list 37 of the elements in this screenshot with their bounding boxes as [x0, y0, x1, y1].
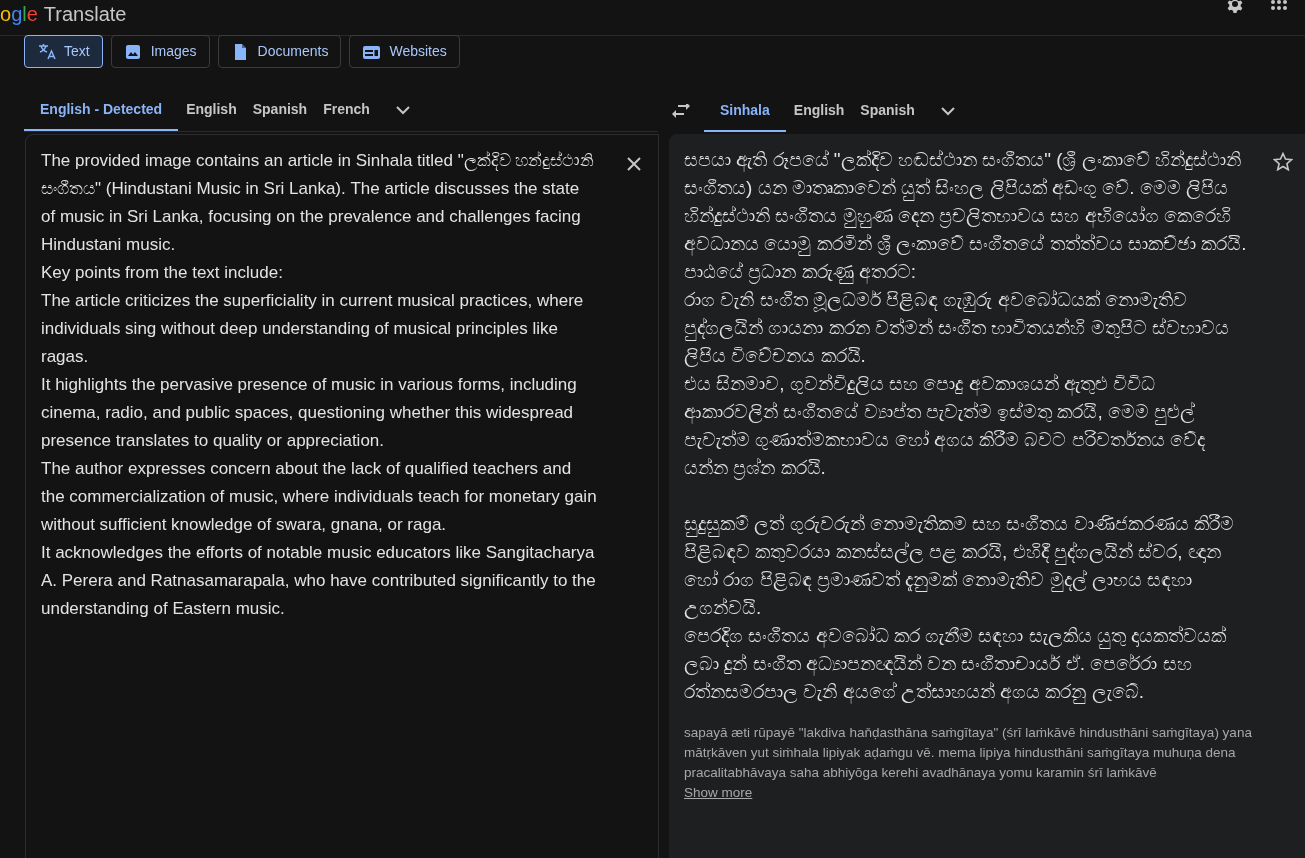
- language-tab[interactable]: English: [178, 90, 245, 131]
- mode-tab[interactable]: Documents: [217, 35, 342, 68]
- language-tab[interactable]: Sinhala: [704, 90, 786, 132]
- translation-paragraph: පාඨයේ ප්‍රධාන කරුණු අතරට:: [684, 260, 918, 286]
- source-paragraph: The article criticizes the superficiality in current musical practices, where individuals sing without deep understanding of musical principles like ragas.: [41, 290, 585, 368]
- source-paragraph: The provided image contains an article in Sinhala titled "ලක්දිව හන්දුස්ථානි සංගීතය" (Hindustani Music in Sri Lanka). The article discusses the state of music in Sri Lanka, focusing on the prevalence and challenges facing Hindustani music.: [41, 150, 596, 256]
- source-paragraph: It acknowledges the efforts of notable music educators like Sangitacharya A. Perera and Ratnasamarapala, who have contributed significantly to the understanding of Eastern music.: [41, 542, 597, 620]
- source-paragraph: The author expresses concern about the lack of qualified teachers and the commercialization of music, where individuals teach for monetary gain without sufficient knowledge of swara, gnana, or raga.: [41, 458, 597, 536]
- translate-icon: [37, 42, 56, 61]
- chevron-down-icon[interactable]: [395, 106, 410, 115]
- translation-paragraph: සුදුසුකම් ලත් ගුරුවරුන් නොමැතිකම සහ සංගීතය වාණිජකරණය කිරීම පිළිබඳව කතුවරයා කනස්සල්ල පළ කරයි, එහිදී පුද්ගලයින් ස්වර, ඥාන හෝ රාග පිළිබඳ ප්‍රමාණවත් දැනුමක් නොමැතිව මුදල් ලාභය සඳහා උගන්වයි.: [684, 512, 1235, 621]
- source-paragraph: It highlights the pervasive presence of music in various forms, including cinema, radio, and public spaces, questioning whether this widespread presence translates to quality or appreciation.: [41, 374, 578, 452]
- transliteration-text: sapayā æti rūpayē "lakdiva haňḍasthāna saṁgītaya" (śrī laṁkāvē hindusthāni saṁgītaya) yana mātṛkāven yut siṁhala lipiyak aḍaṁgu vē. mema lipiya hindusthāni saṁgītaya muhuṇa dena pracalitabhāvaya saha abhiyōga kerehi avadhānaya yomu karamin śrī laṁkāvē: [684, 724, 1253, 782]
- source-paragraph: Key points from the text include:: [41, 262, 284, 284]
- language-tab[interactable]: French: [315, 90, 378, 131]
- translation-paragraph: රාග වැනි සංගීත මූලධර්ම පිළිබඳ ගැඹුරු අවබෝධයක් නොමැතිව පුද්ගලයින් ගායනා කරන වත්මන් සංගීත භාවිතයන්හි මතුපිට ස්වභාවය ලිපිය විවේචනය කරයි.: [684, 288, 1230, 369]
- mode-tab[interactable]: Images: [110, 35, 210, 68]
- apps-grid-icon[interactable]: [1271, 0, 1287, 12]
- language-tab[interactable]: Spanish: [852, 90, 923, 132]
- language-tab[interactable]: English: [785, 90, 853, 132]
- app-logo[interactable]: ogle: [0, 2, 38, 26]
- translation-paragraph: සපයා ඇති රූපයේ "ලක්දිව හඬස්ථාන සංගීතය" (ශ්‍රී ලංකාවේ හින්දුස්ථානි සංගීතය) යන මාතෘකාවෙන් යුත් සිංහල ලිපියක් අඩංගු වේ. මෙම ලිපිය හින්දුස්ථානි සංගීතය මුහුණ දෙන ප්‍රචලිතභාවය සහ අභියෝග කෙරෙහි අවධානය යොමු කරමින් ශ්‍රී ලංකාවේ සංගීතයේ තත්ත්වය සාකච්ඡා කරයි.: [684, 148, 1248, 258]
- image-icon: [123, 42, 143, 61]
- language-tab[interactable]: English - Detected: [24, 90, 179, 131]
- close-icon[interactable]: [627, 157, 641, 171]
- star-icon[interactable]: [1273, 152, 1293, 171]
- app-title: Translate: [43, 2, 127, 26]
- source-text-panel[interactable]: [25, 134, 659, 858]
- language-tab[interactable]: Spanish: [244, 90, 316, 131]
- swap-icon[interactable]: [671, 104, 691, 118]
- settings-icon[interactable]: [1225, 0, 1245, 14]
- mode-tab[interactable]: Websites: [349, 35, 460, 68]
- translation-paragraph: එය සිනමාව, ගුවන්විදුලිය සහ පොදු අවකාශයන් ඇතුළු විවිධ ආකාරවලින් සංගීතයේ ව්‍යාප්ත පැවැත්ම ඉස්මතු කරයි, මෙම පුළුල් පැවැත්ම ගුණාත්මකභාවය හෝ අගය කිරීම බවට පරිවර්තනය වේද යන්න ප්‍රශ්න කරයි.: [684, 372, 1206, 482]
- show-more-link[interactable]: Show more: [684, 783, 753, 803]
- translation-paragraph: පෙරදිග සංගීතය අවබෝධ කර ගැනීම සඳහා සැලකිය යුතු දායකත්වයක් ලබා දුන් සංගීත අධ්‍යාපනඥයින් වන සංගීතාචාර්ය ඒ. පෙරේරා සහ රත්නසමරපාල වැනි අයගේ උත්සාහයන් අගය කරනු ලැබේ.: [684, 624, 1228, 706]
- mode-tab[interactable]: Text: [24, 35, 103, 68]
- chevron-down-icon[interactable]: [940, 106, 955, 116]
